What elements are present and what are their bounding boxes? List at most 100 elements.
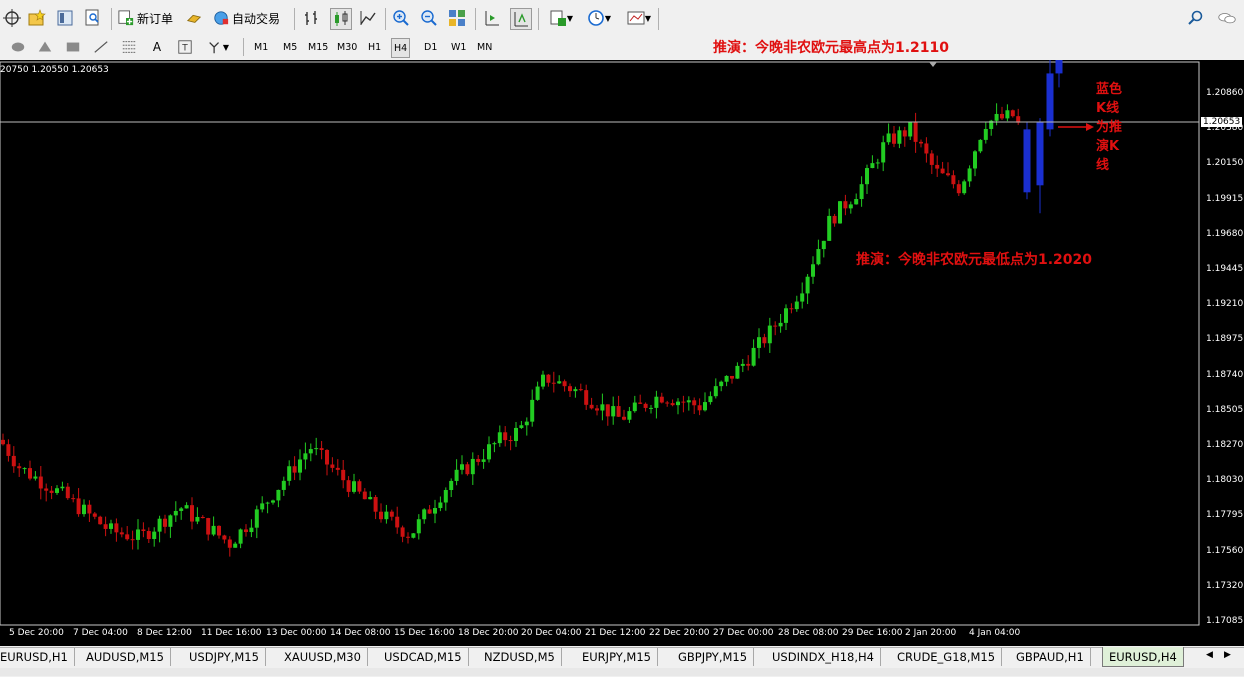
timeframe-w1[interactable]: W1	[449, 38, 468, 56]
candle-body	[600, 404, 605, 411]
periods-clock-icon[interactable]: ▼	[583, 8, 615, 28]
navigator-icon[interactable]	[55, 8, 75, 28]
candle-body	[595, 408, 599, 411]
candle-body	[967, 168, 972, 182]
tab-crude-m15[interactable]: CRUDE_G18,M15	[891, 648, 1003, 666]
ellipse-icon[interactable]	[8, 38, 28, 56]
search-icon[interactable]	[1186, 8, 1206, 28]
candle-body	[292, 466, 297, 473]
candle-body	[935, 164, 940, 169]
candle-body	[578, 389, 583, 391]
tab-usdindx-h4[interactable]: USDINDX_H18,H4	[766, 648, 881, 666]
price-axis-label: 1.17795	[1206, 510, 1244, 521]
timeframe-mn[interactable]: MN	[475, 38, 494, 56]
candle-body	[816, 249, 821, 265]
auto-scroll-icon[interactable]	[510, 8, 532, 30]
star-folder-icon[interactable]	[27, 8, 47, 28]
candle-body	[411, 533, 416, 538]
time-axis-label: 21 Dec 12:00	[585, 628, 646, 638]
tab-nzdusd-m5[interactable]: NZDUSD,M5	[478, 648, 562, 666]
timeframe-m1[interactable]: M1	[252, 38, 270, 56]
time-axis-label: 8 Dec 12:00	[137, 628, 192, 638]
candle-body	[314, 448, 319, 450]
timeframe-m5[interactable]: M5	[281, 38, 299, 56]
time-axis-label: 15 Dec 16:00	[394, 628, 455, 638]
candle-body	[454, 469, 459, 481]
candle-body	[643, 403, 648, 408]
candle-body	[908, 122, 913, 137]
candle-body	[676, 401, 680, 406]
candle-body	[773, 325, 778, 327]
triangle-icon[interactable]	[35, 38, 55, 56]
candle-body	[940, 168, 945, 174]
tab-audusd-m15[interactable]: AUDUSD,M15	[80, 648, 171, 666]
zoom-out-icon[interactable]	[419, 8, 439, 28]
candle-body	[38, 476, 43, 489]
candle-body	[670, 403, 675, 406]
high-projection-note: 推演：今晚非农欧元最高点为1.2110	[713, 40, 950, 56]
candle-body	[962, 181, 967, 194]
candle-body	[794, 301, 799, 310]
chat-icon[interactable]	[1214, 8, 1240, 28]
tab-usdcad-m15[interactable]: USDCAD,M15	[378, 648, 469, 666]
candle-body	[562, 381, 567, 387]
tab-gbpaud-h1[interactable]: GBPAUD,H1	[1010, 648, 1091, 666]
auto-trading-button[interactable]: 自动交易	[186, 8, 280, 28]
timeframe-h4[interactable]: H4	[391, 38, 411, 58]
zoom-in-icon[interactable]	[391, 8, 411, 28]
candle-body	[503, 432, 508, 441]
tab-usdjpy-m15[interactable]: USDJPY,M15	[183, 648, 266, 666]
candlestick-chart[interactable]	[0, 60, 1244, 646]
arrow-icon	[1058, 123, 1094, 131]
candle-body	[740, 363, 745, 366]
candle-body	[881, 142, 886, 163]
new-order-button[interactable]: 新订单	[118, 8, 173, 28]
templates-icon[interactable]: ▼	[622, 8, 656, 28]
price-axis-label: 1.18505	[1206, 404, 1244, 415]
candle-body	[152, 531, 157, 539]
candle-body	[238, 529, 243, 544]
tab-scroll-right-icon[interactable]: ▶	[1224, 650, 1231, 660]
candle-body	[395, 516, 400, 528]
candle-body	[141, 529, 146, 532]
candle-body	[217, 525, 221, 536]
price-axis-label: 1.18270	[1206, 440, 1244, 450]
candle-body	[335, 467, 340, 470]
tab-eurusd-h1[interactable]: EURUSD,H1	[0, 648, 75, 666]
tab-xauusd-m30[interactable]: XAUUSD,M30	[278, 648, 368, 666]
fibonacci-icon[interactable]	[119, 38, 139, 56]
tab-gbpjpy-m15[interactable]: GBPJPY,M15	[672, 648, 755, 666]
candle-body	[541, 374, 545, 387]
tab-eurusd-h4[interactable]: EURUSD,H4	[1102, 647, 1184, 667]
timeframe-d1[interactable]: D1	[422, 38, 439, 56]
chart-shift-icon[interactable]	[482, 8, 502, 28]
crosshair-icon[interactable]	[2, 8, 22, 28]
price-axis-label: 1.19210	[1206, 299, 1244, 310]
candle-body	[427, 509, 432, 514]
arrows-dropdown-icon[interactable]: ▼	[203, 38, 233, 56]
candle-body	[956, 184, 961, 194]
projected-candle-body	[1023, 129, 1031, 193]
candle-body	[470, 458, 475, 475]
tile-windows-icon[interactable]	[447, 8, 467, 28]
rectangle-icon[interactable]	[63, 38, 83, 56]
candle-body	[848, 204, 853, 209]
tab-scroll-left-icon[interactable]: ◀	[1206, 650, 1213, 660]
line-chart-icon[interactable]	[358, 8, 378, 28]
zoom-document-icon[interactable]	[83, 8, 103, 28]
indicators-dropdown-icon[interactable]: ▼	[545, 8, 577, 28]
candle-body	[11, 455, 16, 467]
bar-chart-icon[interactable]	[302, 8, 322, 28]
timeframe-m15[interactable]: M15	[306, 38, 330, 56]
timeframe-m30[interactable]: M30	[335, 38, 359, 56]
tab-eurjpy-m15[interactable]: EURJPY,M15	[576, 648, 658, 666]
timeframe-h1[interactable]: H1	[366, 38, 383, 56]
text-label-icon[interactable]: T	[175, 38, 195, 56]
trendline-icon[interactable]	[91, 38, 111, 56]
candlestick-icon[interactable]	[330, 8, 352, 30]
candle-body	[735, 365, 740, 379]
text-icon[interactable]: A	[147, 38, 167, 56]
candle-body	[946, 173, 950, 176]
candle-body	[886, 133, 891, 143]
time-axis-label: 4 Jan 04:00	[969, 628, 1021, 638]
